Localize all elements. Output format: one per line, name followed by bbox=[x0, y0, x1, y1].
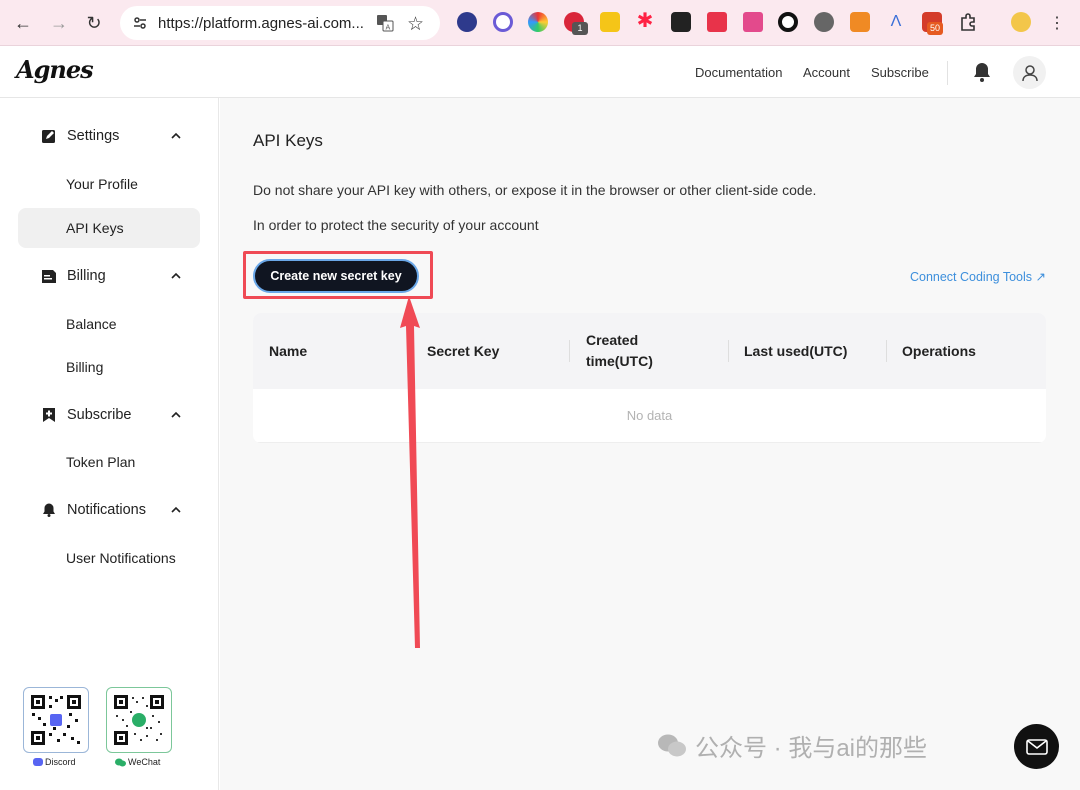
column-header-last-used: Last used(UTC) bbox=[744, 342, 848, 359]
app-header: Agnes Documentation Account Subscribe bbox=[0, 47, 1080, 98]
chevron-up-icon[interactable] bbox=[170, 409, 182, 421]
empty-state: No data bbox=[253, 389, 1046, 443]
nav-link-account[interactable]: Account bbox=[803, 65, 850, 80]
create-secret-key-button[interactable]: Create new secret key bbox=[253, 259, 419, 293]
connect-coding-tools-link[interactable]: Connect Coding Tools ↗ bbox=[910, 269, 1046, 284]
svg-text:A: A bbox=[386, 24, 391, 32]
support-chat-button[interactable] bbox=[1014, 724, 1059, 769]
discord-icon bbox=[33, 758, 43, 766]
sidebar-item-user-notifications[interactable]: User Notifications bbox=[18, 538, 200, 578]
translate-icon[interactable]: A bbox=[376, 14, 394, 32]
column-divider bbox=[886, 340, 887, 362]
wechat-label: WeChat bbox=[115, 757, 160, 767]
wechat-icon bbox=[115, 758, 126, 766]
column-header-secret-key: Secret Key bbox=[427, 342, 500, 359]
browser-toolbar: ← → ↻ https://platform.agnes-ai.com... A… bbox=[0, 0, 1080, 46]
chevron-up-icon[interactable] bbox=[170, 504, 182, 516]
extension-icon[interactable] bbox=[707, 12, 727, 32]
sidebar-section-subscribe[interactable]: Subscribe bbox=[0, 400, 219, 430]
address-bar[interactable]: https://platform.agnes-ai.com... A ☆ bbox=[120, 6, 440, 40]
extension-badge: 50 bbox=[927, 22, 943, 35]
extension-icon[interactable] bbox=[600, 12, 620, 32]
extension-icon[interactable] bbox=[671, 12, 691, 32]
bell-icon[interactable] bbox=[970, 60, 994, 84]
sidebar: Settings Your Profile API Keys Billing B… bbox=[0, 98, 219, 790]
discord-qr-code[interactable] bbox=[23, 687, 89, 753]
extension-icon[interactable] bbox=[814, 12, 834, 32]
sidebar-section-billing[interactable]: Billing bbox=[0, 261, 219, 291]
more-menu-icon[interactable]: ⋮ bbox=[1045, 11, 1069, 35]
fox-extension-icon[interactable] bbox=[850, 12, 870, 32]
sidebar-item-your-profile[interactable]: Your Profile bbox=[18, 164, 200, 204]
agnes-logo[interactable]: Agnes bbox=[16, 55, 94, 84]
sidebar-section-label: Subscribe bbox=[67, 407, 132, 423]
extension-icon[interactable] bbox=[528, 12, 548, 32]
chevron-up-icon[interactable] bbox=[170, 130, 182, 142]
wechat-icon bbox=[658, 734, 686, 756]
nav-link-documentation[interactable]: Documentation bbox=[695, 65, 782, 80]
discord-label: Discord bbox=[33, 757, 76, 767]
back-icon[interactable]: ← bbox=[11, 11, 35, 35]
extension-icon[interactable] bbox=[457, 12, 477, 32]
sidebar-section-notifications[interactable]: Notifications bbox=[0, 495, 219, 525]
user-icon bbox=[1021, 64, 1038, 81]
column-divider bbox=[411, 340, 412, 362]
reload-icon[interactable]: ↻ bbox=[82, 11, 106, 35]
api-key-warning-text: Do not share your API key with others, o… bbox=[253, 182, 817, 198]
watermark: 公众号 · 我与ai的那些 bbox=[657, 728, 927, 763]
url-text: https://platform.agnes-ai.com... bbox=[158, 14, 364, 32]
extension-icon[interactable]: Λ bbox=[886, 12, 906, 32]
extension-badge: 1 bbox=[572, 22, 588, 35]
qr-code-icon bbox=[112, 693, 166, 747]
column-divider bbox=[569, 340, 570, 362]
bookmark-star-icon[interactable]: ☆ bbox=[407, 13, 424, 36]
bell-icon bbox=[43, 503, 55, 517]
bookmark-plus-icon bbox=[43, 408, 55, 422]
extension-icon[interactable] bbox=[743, 12, 763, 32]
asterisk-extension-icon[interactable]: ✱ bbox=[635, 11, 655, 32]
wechat-qr-code[interactable] bbox=[106, 687, 172, 753]
column-header-operations: Operations bbox=[902, 342, 976, 359]
sidebar-item-balance[interactable]: Balance bbox=[18, 304, 200, 344]
column-divider bbox=[728, 340, 729, 362]
sidebar-section-settings[interactable]: Settings bbox=[0, 121, 219, 151]
table-header: Name Secret Key Created time(UTC) Last u… bbox=[253, 313, 1046, 389]
billing-icon bbox=[42, 270, 56, 283]
sidebar-section-label: Settings bbox=[67, 128, 120, 144]
puzzle-extensions-icon[interactable] bbox=[958, 12, 978, 32]
site-settings-icon[interactable] bbox=[132, 15, 148, 31]
extension-icon[interactable] bbox=[493, 12, 513, 32]
profile-avatar-icon[interactable] bbox=[1011, 12, 1031, 32]
page-title: API Keys bbox=[253, 131, 323, 150]
chevron-up-icon[interactable] bbox=[170, 270, 182, 282]
sidebar-item-billing[interactable]: Billing bbox=[18, 347, 200, 387]
nav-link-subscribe[interactable]: Subscribe bbox=[871, 65, 929, 80]
qr-code-icon bbox=[29, 693, 83, 747]
sidebar-section-label: Notifications bbox=[67, 502, 146, 518]
sidebar-section-label: Billing bbox=[67, 268, 106, 284]
extension-icon[interactable] bbox=[778, 12, 798, 32]
sidebar-item-api-keys[interactable]: API Keys bbox=[18, 208, 200, 248]
edit-icon bbox=[42, 130, 55, 143]
mail-icon bbox=[1025, 738, 1048, 755]
header-divider bbox=[947, 61, 948, 85]
api-keys-table: Name Secret Key Created time(UTC) Last u… bbox=[253, 313, 1046, 443]
security-note-text: In order to protect the security of your… bbox=[253, 217, 539, 233]
forward-icon[interactable]: → bbox=[47, 11, 71, 35]
column-header-created-time: Created time(UTC) bbox=[586, 332, 653, 369]
user-avatar[interactable] bbox=[1013, 56, 1046, 89]
main-content: API Keys Do not share your API key with … bbox=[220, 98, 1080, 790]
sidebar-item-token-plan[interactable]: Token Plan bbox=[18, 442, 200, 482]
column-header-name: Name bbox=[269, 342, 308, 359]
